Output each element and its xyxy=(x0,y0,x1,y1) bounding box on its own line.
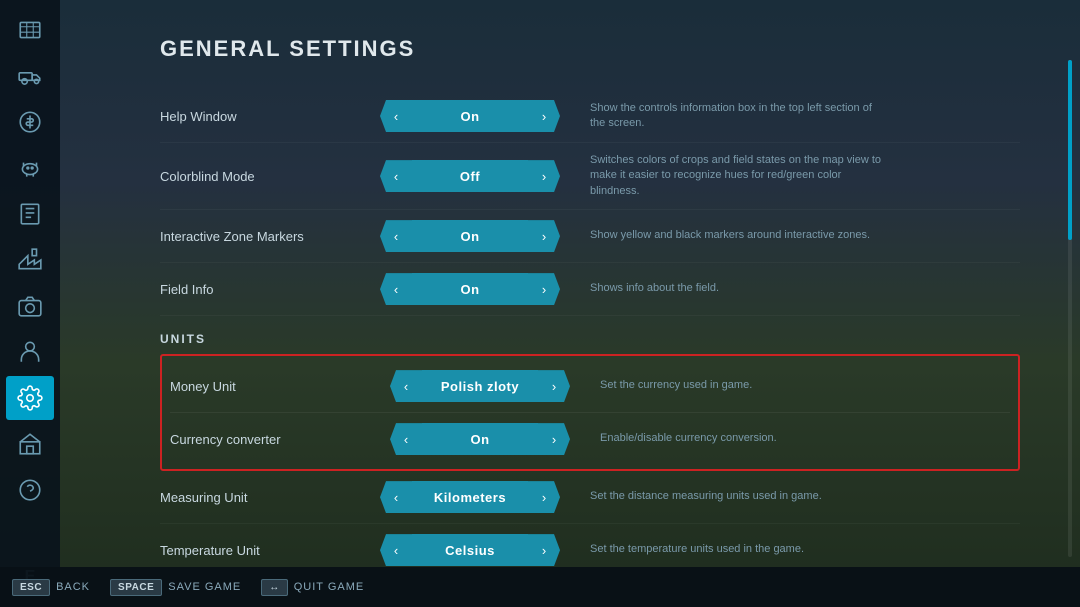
setting-row-measuring-unit: Measuring Unit ‹ Kilometers › Set the di… xyxy=(160,471,1020,524)
setting-control-help-window: ‹ On › xyxy=(380,100,560,132)
bottom-key-back: ESC BACK xyxy=(12,579,90,596)
key-badge-space: SPACE xyxy=(110,579,162,596)
setting-value-measuring-unit: Kilometers xyxy=(412,481,528,513)
next-temperature-unit-button[interactable]: › xyxy=(528,534,560,566)
sidebar-item-contracts[interactable] xyxy=(6,192,54,236)
sidebar-item-workers[interactable] xyxy=(6,330,54,374)
setting-desc-temperature-unit: Set the temperature units used in the ga… xyxy=(590,542,804,557)
setting-row-currency-converter: Currency converter ‹ On › Enable/disable… xyxy=(170,413,1010,465)
settings-list: Help Window ‹ On › Show the controls inf… xyxy=(160,90,1020,567)
next-measuring-unit-button[interactable]: › xyxy=(528,481,560,513)
setting-desc-colorblind: Switches colors of crops and field state… xyxy=(590,153,890,199)
setting-row-field-info: Field Info ‹ On › Shows info about the f… xyxy=(160,263,1020,316)
setting-value-money-unit: Polish zloty xyxy=(422,370,538,402)
bottom-bar: ESC BACK SPACE SAVE GAME ↔ QUIT GAME xyxy=(0,567,1080,607)
next-field-info-button[interactable]: › xyxy=(528,273,560,305)
prev-temperature-unit-button[interactable]: ‹ xyxy=(380,534,412,566)
setting-label-money-unit: Money Unit xyxy=(170,379,390,394)
prev-measuring-unit-button[interactable]: ‹ xyxy=(380,481,412,513)
setting-label-colorblind: Colorblind Mode xyxy=(160,169,380,184)
setting-control-measuring-unit: ‹ Kilometers › xyxy=(380,481,560,513)
sidebar-item-camera[interactable] xyxy=(6,284,54,328)
next-currency-converter-button[interactable]: › xyxy=(538,423,570,455)
bottom-key-quit: ↔ QUIT GAME xyxy=(261,579,364,596)
setting-row-zone-markers: Interactive Zone Markers ‹ On › Show yel… xyxy=(160,210,1020,263)
setting-row-colorblind: Colorblind Mode ‹ Off › Switches colors … xyxy=(160,143,1020,210)
prev-zone-markers-button[interactable]: ‹ xyxy=(380,220,412,252)
sidebar-item-production[interactable] xyxy=(6,238,54,282)
key-label-back: BACK xyxy=(56,581,90,593)
setting-label-field-info: Field Info xyxy=(160,282,380,297)
setting-value-temperature-unit: Celsius xyxy=(412,534,528,566)
setting-row-help-window: Help Window ‹ On › Show the controls inf… xyxy=(160,90,1020,143)
prev-help-window-button[interactable]: ‹ xyxy=(380,100,412,132)
prev-colorblind-button[interactable]: ‹ xyxy=(380,160,412,192)
units-highlighted-box: Money Unit ‹ Polish zloty › Set the curr… xyxy=(160,354,1020,471)
bottom-key-save: SPACE SAVE GAME xyxy=(110,579,241,596)
page-title: GENERAL SETTINGS xyxy=(160,36,1020,62)
sidebar-item-vehicles[interactable] xyxy=(6,54,54,98)
key-badge-switch: ↔ xyxy=(261,579,288,596)
next-money-unit-button[interactable]: › xyxy=(538,370,570,402)
sidebar-item-settings[interactable] xyxy=(6,376,54,420)
setting-desc-measuring-unit: Set the distance measuring units used in… xyxy=(590,489,822,504)
sidebar-item-animals[interactable] xyxy=(6,146,54,190)
setting-desc-help-window: Show the controls information box in the… xyxy=(590,101,890,132)
key-badge-esc: ESC xyxy=(12,579,50,596)
sidebar-item-finances[interactable] xyxy=(6,100,54,144)
next-colorblind-button[interactable]: › xyxy=(528,160,560,192)
prev-currency-converter-button[interactable]: ‹ xyxy=(390,423,422,455)
sidebar-item-map[interactable] xyxy=(6,8,54,52)
scrollbar-track[interactable] xyxy=(1068,60,1072,557)
setting-label-currency-converter: Currency converter xyxy=(170,432,390,447)
setting-control-money-unit: ‹ Polish zloty › xyxy=(390,370,570,402)
section-header-units: UNITS xyxy=(160,316,1020,354)
sidebar-item-help[interactable] xyxy=(6,468,54,512)
setting-value-field-info: On xyxy=(412,273,528,305)
setting-value-zone-markers: On xyxy=(412,220,528,252)
sidebar: E xyxy=(0,0,60,607)
key-label-save: SAVE GAME xyxy=(168,581,241,593)
next-zone-markers-button[interactable]: › xyxy=(528,220,560,252)
setting-label-help-window: Help Window xyxy=(160,109,380,124)
setting-label-zone-markers: Interactive Zone Markers xyxy=(160,229,380,244)
scrollbar-thumb xyxy=(1068,60,1072,240)
setting-desc-money-unit: Set the currency used in game. xyxy=(600,378,752,393)
setting-control-currency-converter: ‹ On › xyxy=(390,423,570,455)
setting-desc-zone-markers: Show yellow and black markers around int… xyxy=(590,228,870,243)
setting-desc-field-info: Shows info about the field. xyxy=(590,281,719,296)
setting-value-currency-converter: On xyxy=(422,423,538,455)
next-help-window-button[interactable]: › xyxy=(528,100,560,132)
setting-label-measuring-unit: Measuring Unit xyxy=(160,490,380,505)
main-content: GENERAL SETTINGS Help Window ‹ On › Show… xyxy=(60,0,1080,567)
key-label-quit: QUIT GAME xyxy=(294,581,365,593)
prev-money-unit-button[interactable]: ‹ xyxy=(390,370,422,402)
prev-field-info-button[interactable]: ‹ xyxy=(380,273,412,305)
setting-row-temperature-unit: Temperature Unit ‹ Celsius › Set the tem… xyxy=(160,524,1020,567)
setting-control-field-info: ‹ On › xyxy=(380,273,560,305)
sidebar-item-farm[interactable] xyxy=(6,422,54,466)
setting-control-zone-markers: ‹ On › xyxy=(380,220,560,252)
setting-control-colorblind: ‹ Off › xyxy=(380,160,560,192)
setting-desc-currency-converter: Enable/disable currency conversion. xyxy=(600,431,777,446)
setting-value-colorblind: Off xyxy=(412,160,528,192)
setting-label-temperature-unit: Temperature Unit xyxy=(160,543,380,558)
setting-value-help-window: On xyxy=(412,100,528,132)
setting-control-temperature-unit: ‹ Celsius › xyxy=(380,534,560,566)
setting-row-money-unit: Money Unit ‹ Polish zloty › Set the curr… xyxy=(170,360,1010,413)
